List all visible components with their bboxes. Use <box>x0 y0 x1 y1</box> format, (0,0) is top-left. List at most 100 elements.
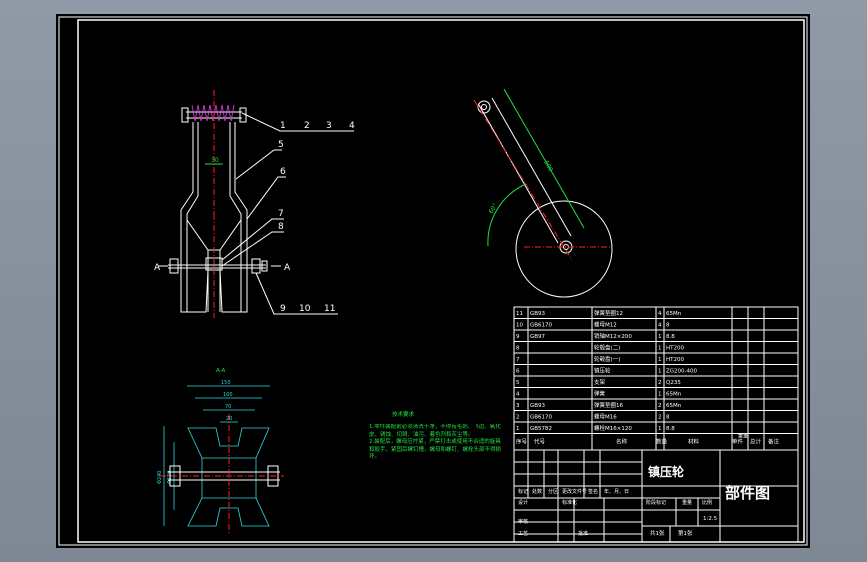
bom-cell: 65Mn <box>666 403 682 409</box>
spring-coil <box>191 104 235 122</box>
title-block: 镇压轮 部件图 1:2.5 共1张 第1张 标记 处数 分区 更改文件号 签名 … <box>513 449 799 543</box>
callout-6: 6 <box>280 167 286 177</box>
bom-cell: GB97 <box>530 334 546 340</box>
rev-label-zone: 分区 <box>548 488 558 495</box>
section-mark-left: A <box>154 263 161 273</box>
label-weight: 重量 <box>682 499 692 506</box>
bom-cell: 65Mn <box>666 392 682 398</box>
dim-d1: Φ240 <box>157 471 163 484</box>
label-review: 审核 <box>518 518 528 525</box>
tech-req-line-2: 2.装配后，螺母应拧紧，严禁打击或使用不合适的旋具和扳手，紧固后螺钉槽、螺母和螺… <box>369 439 501 460</box>
bom-cell: 65Mn <box>666 311 682 317</box>
bom-cell: HT200 <box>666 346 684 352</box>
section-view: A-A 150 100 70 20 Φ240 Φ150 <box>157 368 284 534</box>
bom-cell: 螺母M16 <box>594 413 617 421</box>
label-stage: 阶段标记 <box>646 499 666 506</box>
bom-cell: 弹簧 <box>594 390 606 398</box>
bom-cell: 4 <box>516 392 520 398</box>
callout-1: 1 <box>280 121 286 131</box>
label-approve: 批准 <box>578 530 588 537</box>
rev-label-date: 年、月、日 <box>604 488 629 495</box>
bom-cell: GB93 <box>530 311 546 317</box>
dim-center: 30 <box>211 157 219 164</box>
label-design: 设计 <box>518 499 528 506</box>
bom-cell: 销轴M12×200 <box>594 332 632 340</box>
tech-req-body: 1.零件装配前必须清洗干净，不得有毛刺、飞边、氧化皮、锈蚀、切屑、油污、着色剂和… <box>369 424 501 460</box>
bom-cell: 轮毂盘(二) <box>594 344 620 352</box>
dim-w2: 100 <box>223 392 233 398</box>
label-process: 工艺 <box>518 531 528 537</box>
label-scale: 比例 <box>702 499 712 506</box>
bom-cell: 轮毂盘(一) <box>594 355 620 363</box>
bom-cell: 2 <box>658 415 662 421</box>
bom-cell: 8 <box>516 346 520 352</box>
dim-w1: 150 <box>221 380 231 386</box>
bom-cell: 8.8 <box>666 334 675 340</box>
dim-angle: 60° <box>488 202 499 215</box>
bom-header: 材料 <box>688 438 700 446</box>
dim-w3: 70 <box>225 404 231 410</box>
rev-label-mark: 标记 <box>518 488 528 495</box>
sheet-number: 第1张 <box>678 529 693 537</box>
bom-cell: 11 <box>516 311 523 317</box>
section-title: A-A <box>216 368 226 374</box>
bom-cell: GB6170 <box>530 415 553 421</box>
drawing-sheet: A A 30 1 2 3 4 5 6 7 8 9 10 11 500 60° A… <box>56 14 810 548</box>
callout-9: 9 <box>280 304 286 314</box>
bom-cell: 10 <box>516 323 523 329</box>
bom-header: 总计 <box>750 438 762 446</box>
callout-10: 10 <box>299 304 311 314</box>
bom-cell: 8.8 <box>666 426 675 432</box>
label-standard: 标准化 <box>562 499 577 506</box>
bom-cell: 8 <box>666 323 670 329</box>
technical-requirements: 技术要求 1.零件装配前必须清洗干净，不得有毛刺、飞边、氧化皮、锈蚀、切屑、油污… <box>369 410 501 460</box>
bom-cell: Q235 <box>666 380 681 386</box>
dim-arm-length: 500 <box>542 160 554 174</box>
drawing-type: 部件图 <box>725 484 770 502</box>
rev-label-sign: 签名 <box>588 488 598 495</box>
bom-cell: HT200 <box>666 357 684 363</box>
bom-cell: 4 <box>658 323 662 329</box>
callout-4: 4 <box>349 121 355 131</box>
bom-cell: 4 <box>658 311 662 317</box>
callouts-top: 1 2 3 4 5 6 7 8 9 10 11 <box>221 112 355 315</box>
callout-2: 2 <box>304 121 310 131</box>
bom-cell: 1 <box>658 346 662 352</box>
bom-cell: GB6170 <box>530 323 553 329</box>
scale-value: 1:2.5 <box>703 516 718 522</box>
bom-cell: 弹簧垫圈12 <box>594 309 623 317</box>
bom-header: 数量 <box>656 438 668 446</box>
bom-cell: GB93 <box>530 403 546 409</box>
bom-table: 11 GB93 弹簧垫圈12 4 65Mn10 GB6170 螺母M12 4 89 GB97 销轴M… <box>513 306 799 451</box>
sheet-count: 共1张 <box>650 529 665 537</box>
bom-cell: 弹簧垫圈16 <box>594 401 623 409</box>
side-view: 500 60° <box>473 88 613 298</box>
bom-mass-label: 重量 <box>738 433 748 440</box>
bom-cell: 1 <box>658 369 662 375</box>
bom-cell: 5 <box>516 380 520 386</box>
callout-11: 11 <box>324 304 335 314</box>
bom-cell: 1 <box>658 334 662 340</box>
bom-cell: 3 <box>516 403 520 409</box>
bom-cell: 8 <box>666 415 670 421</box>
bom-cell: GB5782 <box>530 426 552 432</box>
callout-8: 8 <box>278 222 284 232</box>
tech-req-line-1: 1.零件装配前必须清洗干净，不得有毛刺、飞边、氧化皮、锈蚀、切屑、油污、着色剂和… <box>369 424 501 438</box>
bom-header: 备注 <box>768 438 780 446</box>
bom-cell: 支架 <box>594 378 606 386</box>
bom-cell: ZG200-400 <box>666 369 698 375</box>
rev-label-count: 处数 <box>532 488 542 495</box>
bom-cell: 1 <box>658 392 662 398</box>
cad-drawing: A A 30 1 2 3 4 5 6 7 8 9 10 11 500 60° A… <box>58 16 808 546</box>
bom-cell: 9 <box>516 334 520 340</box>
bom-header: 序号 <box>516 438 528 446</box>
callout-3: 3 <box>326 121 332 131</box>
bom-cell: 螺栓M16×120 <box>594 424 632 432</box>
bom-cell: 螺母M12 <box>594 321 617 329</box>
bom-cell: 7 <box>516 357 520 363</box>
bom-header: 代号 <box>534 438 546 446</box>
bom-cell: 镇压轮 <box>594 367 611 375</box>
callout-7: 7 <box>278 209 284 219</box>
bom-cell: 2 <box>516 415 520 421</box>
bom-cell: 2 <box>658 380 662 386</box>
